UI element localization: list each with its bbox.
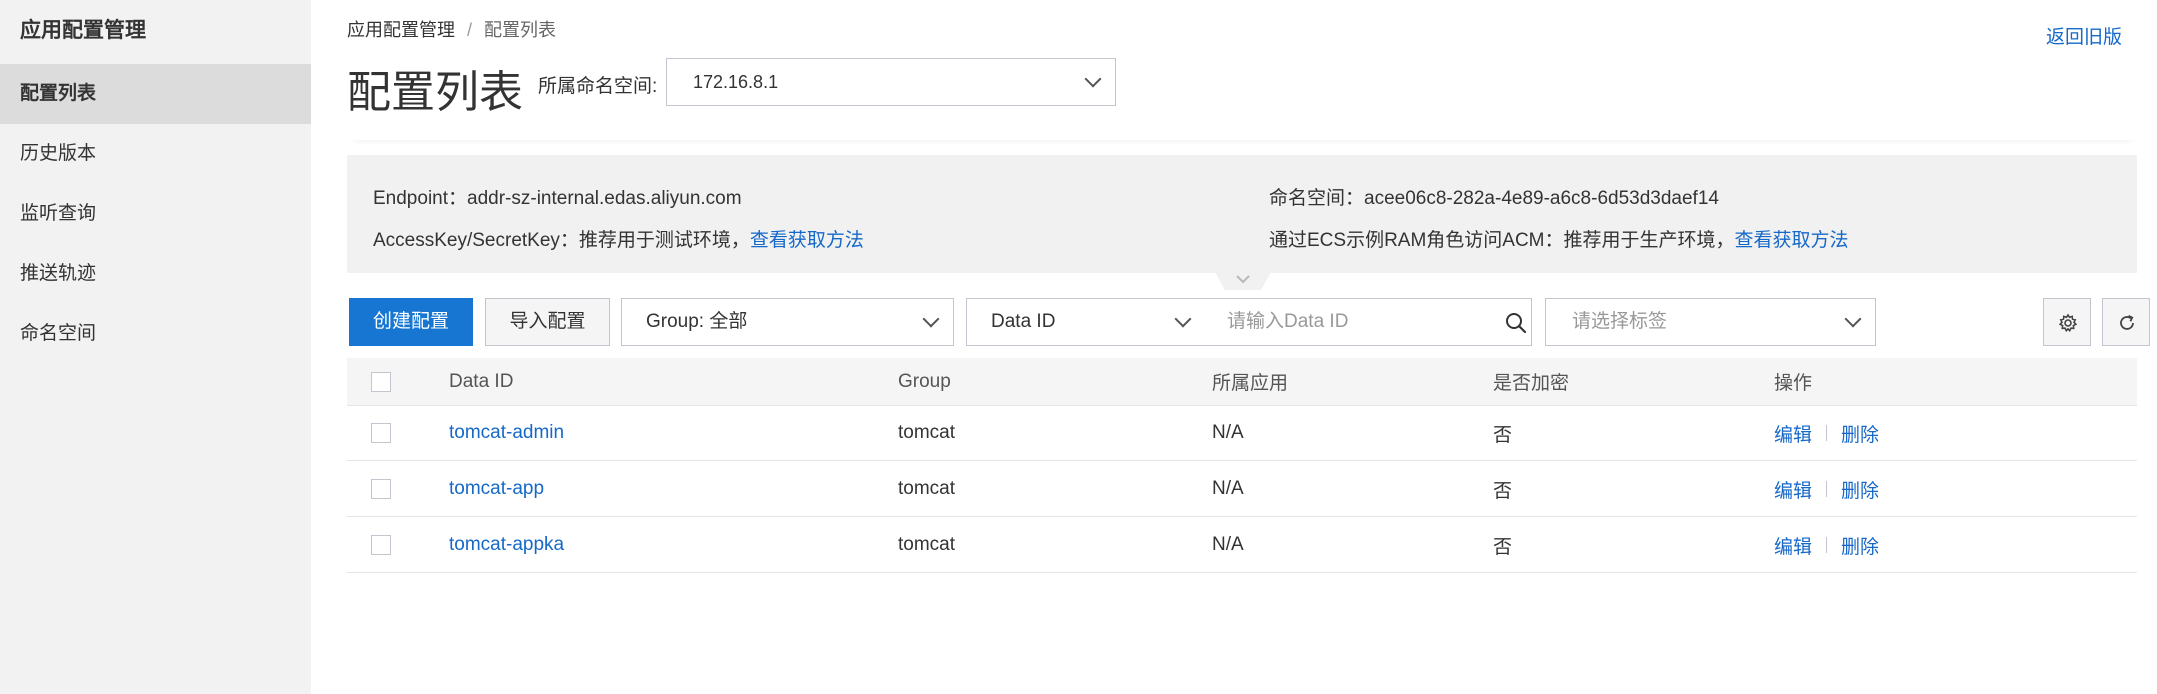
ecs-ram-text: 通过ECS示例RAM角色访问ACM：推荐用于生产环境， <box>1269 230 1735 251</box>
chevron-down-icon <box>1084 70 1102 88</box>
gear-icon <box>2058 313 2078 332</box>
search-icon[interactable] <box>1505 312 1527 334</box>
chevron-down-icon <box>1174 310 1192 328</box>
action-divider <box>1826 425 1828 441</box>
column-header-actions: 操作 <box>1774 373 1813 394</box>
namespace-select[interactable]: 172.16.8.1 <box>666 58 1116 106</box>
column-header-group: Group <box>898 370 951 392</box>
namespace-id-text: 命名空间：acee06c8-282a-4e89-a6c8-6d53d3daef1… <box>1269 188 1719 209</box>
sidebar-item-config-list[interactable]: 配置列表 <box>0 64 311 124</box>
delete-link[interactable]: 删除 <box>1841 420 1879 447</box>
refresh-button[interactable] <box>2102 298 2150 346</box>
import-config-button[interactable]: 导入配置 <box>485 298 610 346</box>
breadcrumb-current: 配置列表 <box>484 20 557 40</box>
edit-link[interactable]: 编辑 <box>1774 532 1812 559</box>
column-header-data-id: Data ID <box>449 370 514 392</box>
encrypted-cell: 否 <box>1493 480 1513 502</box>
row-checkbox[interactable] <box>371 423 391 443</box>
app-cell: N/A <box>1212 534 1244 555</box>
namespace-select-value: 172.16.8.1 <box>693 72 779 92</box>
ecs-ram-info: 通过ECS示例RAM角色访问ACM：推荐用于生产环境，查看获取方法 <box>1269 225 1849 252</box>
sidebar-item-namespace[interactable]: 命名空间 <box>0 304 311 364</box>
actions-cell: 编辑 删除 <box>1774 462 1879 516</box>
chevron-down-icon <box>1844 310 1862 328</box>
breadcrumb-separator: / <box>467 20 473 40</box>
settings-button[interactable] <box>2043 298 2091 346</box>
tag-select-placeholder: 请选择标签 <box>1572 311 1668 332</box>
sidebar-item-history[interactable]: 历史版本 <box>0 124 311 184</box>
delete-link[interactable]: 删除 <box>1841 476 1879 503</box>
connection-info-panel: Endpoint：addr-sz-internal.edas.aliyun.co… <box>347 155 2137 273</box>
collapse-panel-toggle[interactable] <box>1215 272 1271 292</box>
page-title: 配置列表 <box>347 68 523 117</box>
accesskey-help-link[interactable]: 查看获取方法 <box>750 230 864 251</box>
app-title: 应用配置管理 <box>20 19 146 42</box>
table-row: tomcat-app tomcat N/A 否 编辑 删除 <box>347 462 2137 517</box>
namespace-label: 所属命名空间: <box>538 76 658 97</box>
row-checkbox[interactable] <box>371 479 391 499</box>
group-filter-value: Group: 全部 <box>646 311 748 332</box>
actions-cell: 编辑 删除 <box>1774 518 1879 572</box>
edit-link[interactable]: 编辑 <box>1774 476 1812 503</box>
encrypted-cell: 否 <box>1493 536 1513 558</box>
table-row: tomcat-appka tomcat N/A 否 编辑 删除 <box>347 518 2137 573</box>
app-cell: N/A <box>1212 478 1244 499</box>
breadcrumb-root[interactable]: 应用配置管理 <box>347 20 455 40</box>
header-divider <box>350 130 2136 140</box>
column-header-app: 所属应用 <box>1212 373 1289 394</box>
collapse-tab-icon <box>1215 272 1271 290</box>
encrypted-cell: 否 <box>1493 424 1513 446</box>
accesskey-info: AccessKey/SecretKey：推荐用于测试环境，查看获取方法 <box>373 225 864 252</box>
sidebar-item-listener-query[interactable]: 监听查询 <box>0 184 311 244</box>
group-cell: tomcat <box>898 534 956 555</box>
edit-link[interactable]: 编辑 <box>1774 420 1812 447</box>
accesskey-text: AccessKey/SecretKey：推荐用于测试环境， <box>373 230 750 251</box>
sidebar-item-push-trace[interactable]: 推送轨迹 <box>0 244 311 304</box>
row-checkbox[interactable] <box>371 535 391 555</box>
create-config-button[interactable]: 创建配置 <box>349 298 473 346</box>
breadcrumb: 应用配置管理 / 配置列表 <box>347 16 556 42</box>
select-all-checkbox[interactable] <box>371 371 391 392</box>
data-id-link[interactable]: tomcat-app <box>449 462 544 516</box>
data-id-link[interactable]: tomcat-admin <box>449 406 564 460</box>
ecs-ram-help-link[interactable]: 查看获取方法 <box>1735 230 1849 251</box>
chevron-down-icon <box>922 310 940 328</box>
delete-link[interactable]: 删除 <box>1841 532 1879 559</box>
group-cell: tomcat <box>898 422 956 443</box>
back-to-old-version-link[interactable]: 返回旧版 <box>2046 22 2122 49</box>
sidebar: 应用配置管理 配置列表 历史版本 监听查询 推送轨迹 命名空间 <box>0 0 311 694</box>
refresh-icon <box>2120 314 2134 330</box>
action-divider <box>1826 537 1828 553</box>
actions-cell: 编辑 删除 <box>1774 406 1879 460</box>
endpoint-text: Endpoint：addr-sz-internal.edas.aliyun.co… <box>373 188 742 209</box>
data-id-search-input[interactable] <box>1203 298 1532 346</box>
search-field-select[interactable]: Data ID <box>966 298 1204 346</box>
search-field-value: Data ID <box>991 311 1056 332</box>
data-id-link[interactable]: tomcat-appka <box>449 518 564 572</box>
app-cell: N/A <box>1212 422 1244 443</box>
tag-select[interactable]: 请选择标签 <box>1545 298 1876 346</box>
action-divider <box>1826 481 1828 497</box>
group-cell: tomcat <box>898 478 956 499</box>
column-header-encrypted: 是否加密 <box>1493 373 1570 394</box>
group-filter-select[interactable]: Group: 全部 <box>621 298 954 346</box>
table-header: Data ID Group 所属应用 是否加密 操作 <box>347 358 2137 406</box>
table-row: tomcat-admin tomcat N/A 否 编辑 删除 <box>347 406 2137 461</box>
